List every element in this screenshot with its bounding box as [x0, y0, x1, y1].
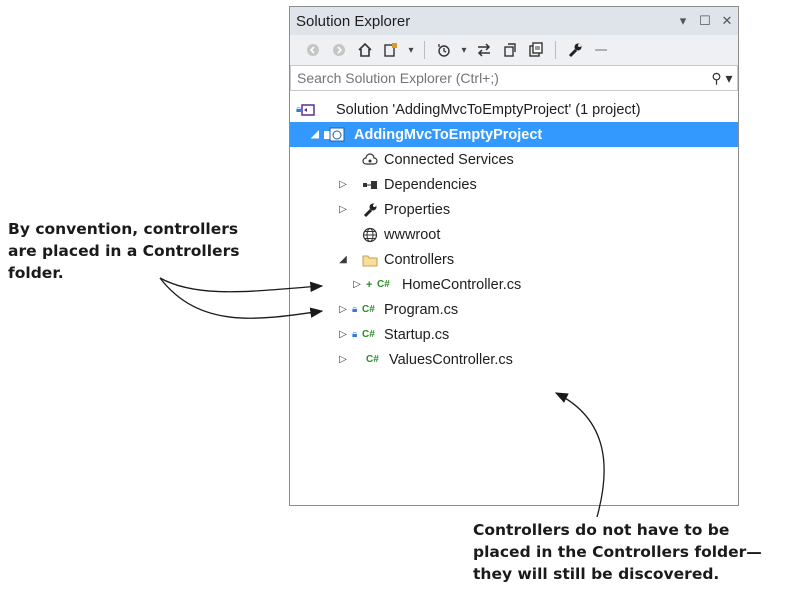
arrow-to-controllers-folder	[159, 277, 324, 293]
arrow-to-home-controller	[159, 277, 324, 319]
arrow-to-values-controller	[554, 392, 605, 518]
callout-arrows	[159, 277, 605, 518]
